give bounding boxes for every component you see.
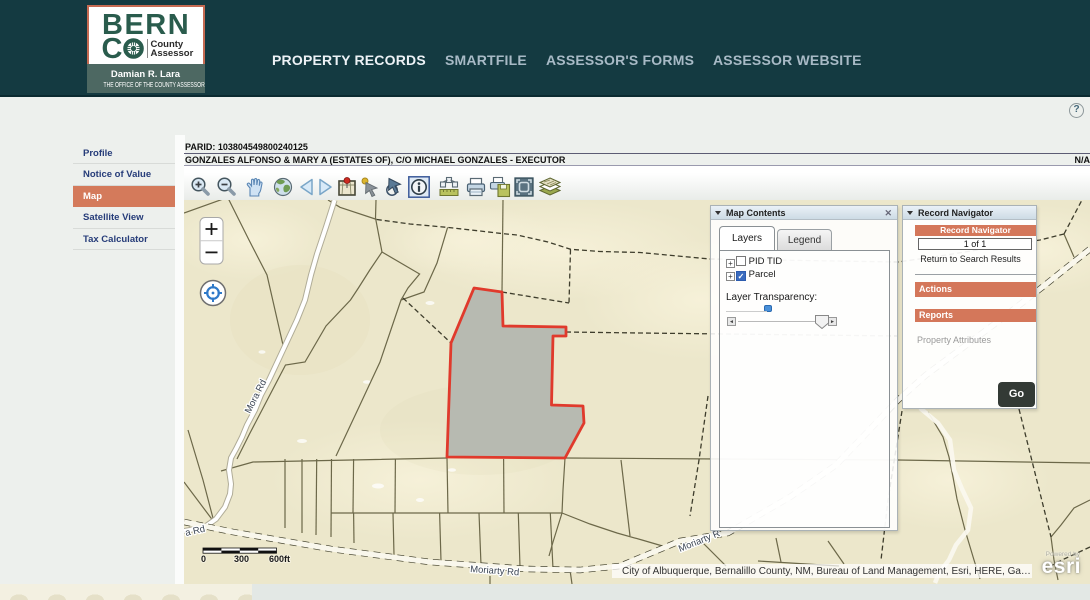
svg-text:0: 0	[201, 554, 206, 564]
svg-text:600ft: 600ft	[269, 554, 290, 564]
svg-text:300: 300	[234, 554, 249, 564]
